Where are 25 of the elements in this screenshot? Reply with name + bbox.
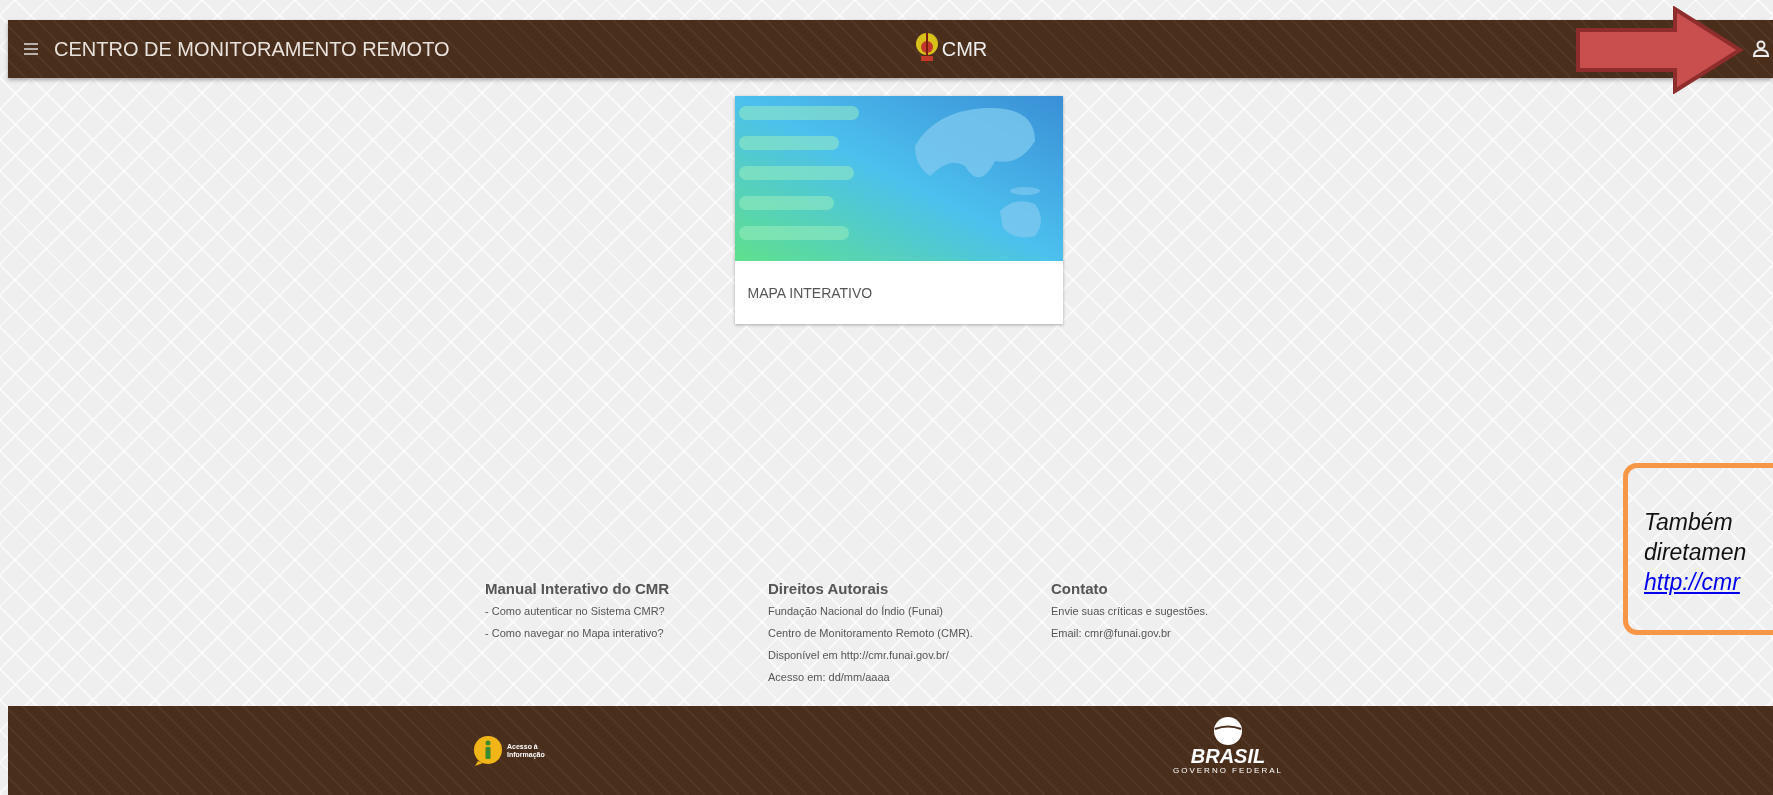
menu-icon[interactable] — [22, 41, 40, 57]
logo-text: CMR — [941, 37, 988, 61]
footer-text: Centro de Monitoramento Remoto (CMR). — [768, 627, 974, 639]
app-title: CENTRO DE MONITORAMENTO REMOTO — [54, 37, 450, 61]
callout-text: diretamen — [1644, 537, 1748, 567]
footer-text: Email: cmr@funai.gov.br — [1051, 627, 1172, 639]
callout-link[interactable]: http://cmr — [1644, 568, 1740, 595]
card-title: MAPA INTERATIVO — [746, 284, 874, 301]
footer-text: Disponível em http://cmr.funai.gov.br/ — [768, 649, 950, 661]
user-icon[interactable] — [1751, 38, 1771, 60]
info-icon — [473, 734, 503, 767]
logo-subtitle: GOVERNO FEDERAL — [1173, 766, 1283, 775]
brasil-logo-text: BRASIL — [1190, 746, 1266, 766]
footer-text: Envie suas críticas e sugestões. — [1051, 605, 1210, 617]
arrow-icon — [1575, 6, 1745, 94]
callout-text: Também — [1644, 508, 1734, 537]
map-card[interactable]: MAPA INTERATIVO — [734, 96, 1063, 324]
footer-heading: Direitos Autorais — [768, 580, 890, 597]
footer-text: - Como navegar no Mapa interativo? — [485, 627, 665, 639]
globe-icon — [1213, 716, 1243, 746]
footer-heading: Contato — [1051, 580, 1109, 597]
footer-heading: Manual Interativo do CMR — [485, 580, 671, 597]
footer-text: - Como autenticar no Sistema CMR? — [485, 605, 666, 617]
footer-text: Fundação Nacional do Índio (Funai) — [768, 605, 944, 617]
footer-text: Acesso em: dd/mm/aaaa — [768, 671, 891, 683]
